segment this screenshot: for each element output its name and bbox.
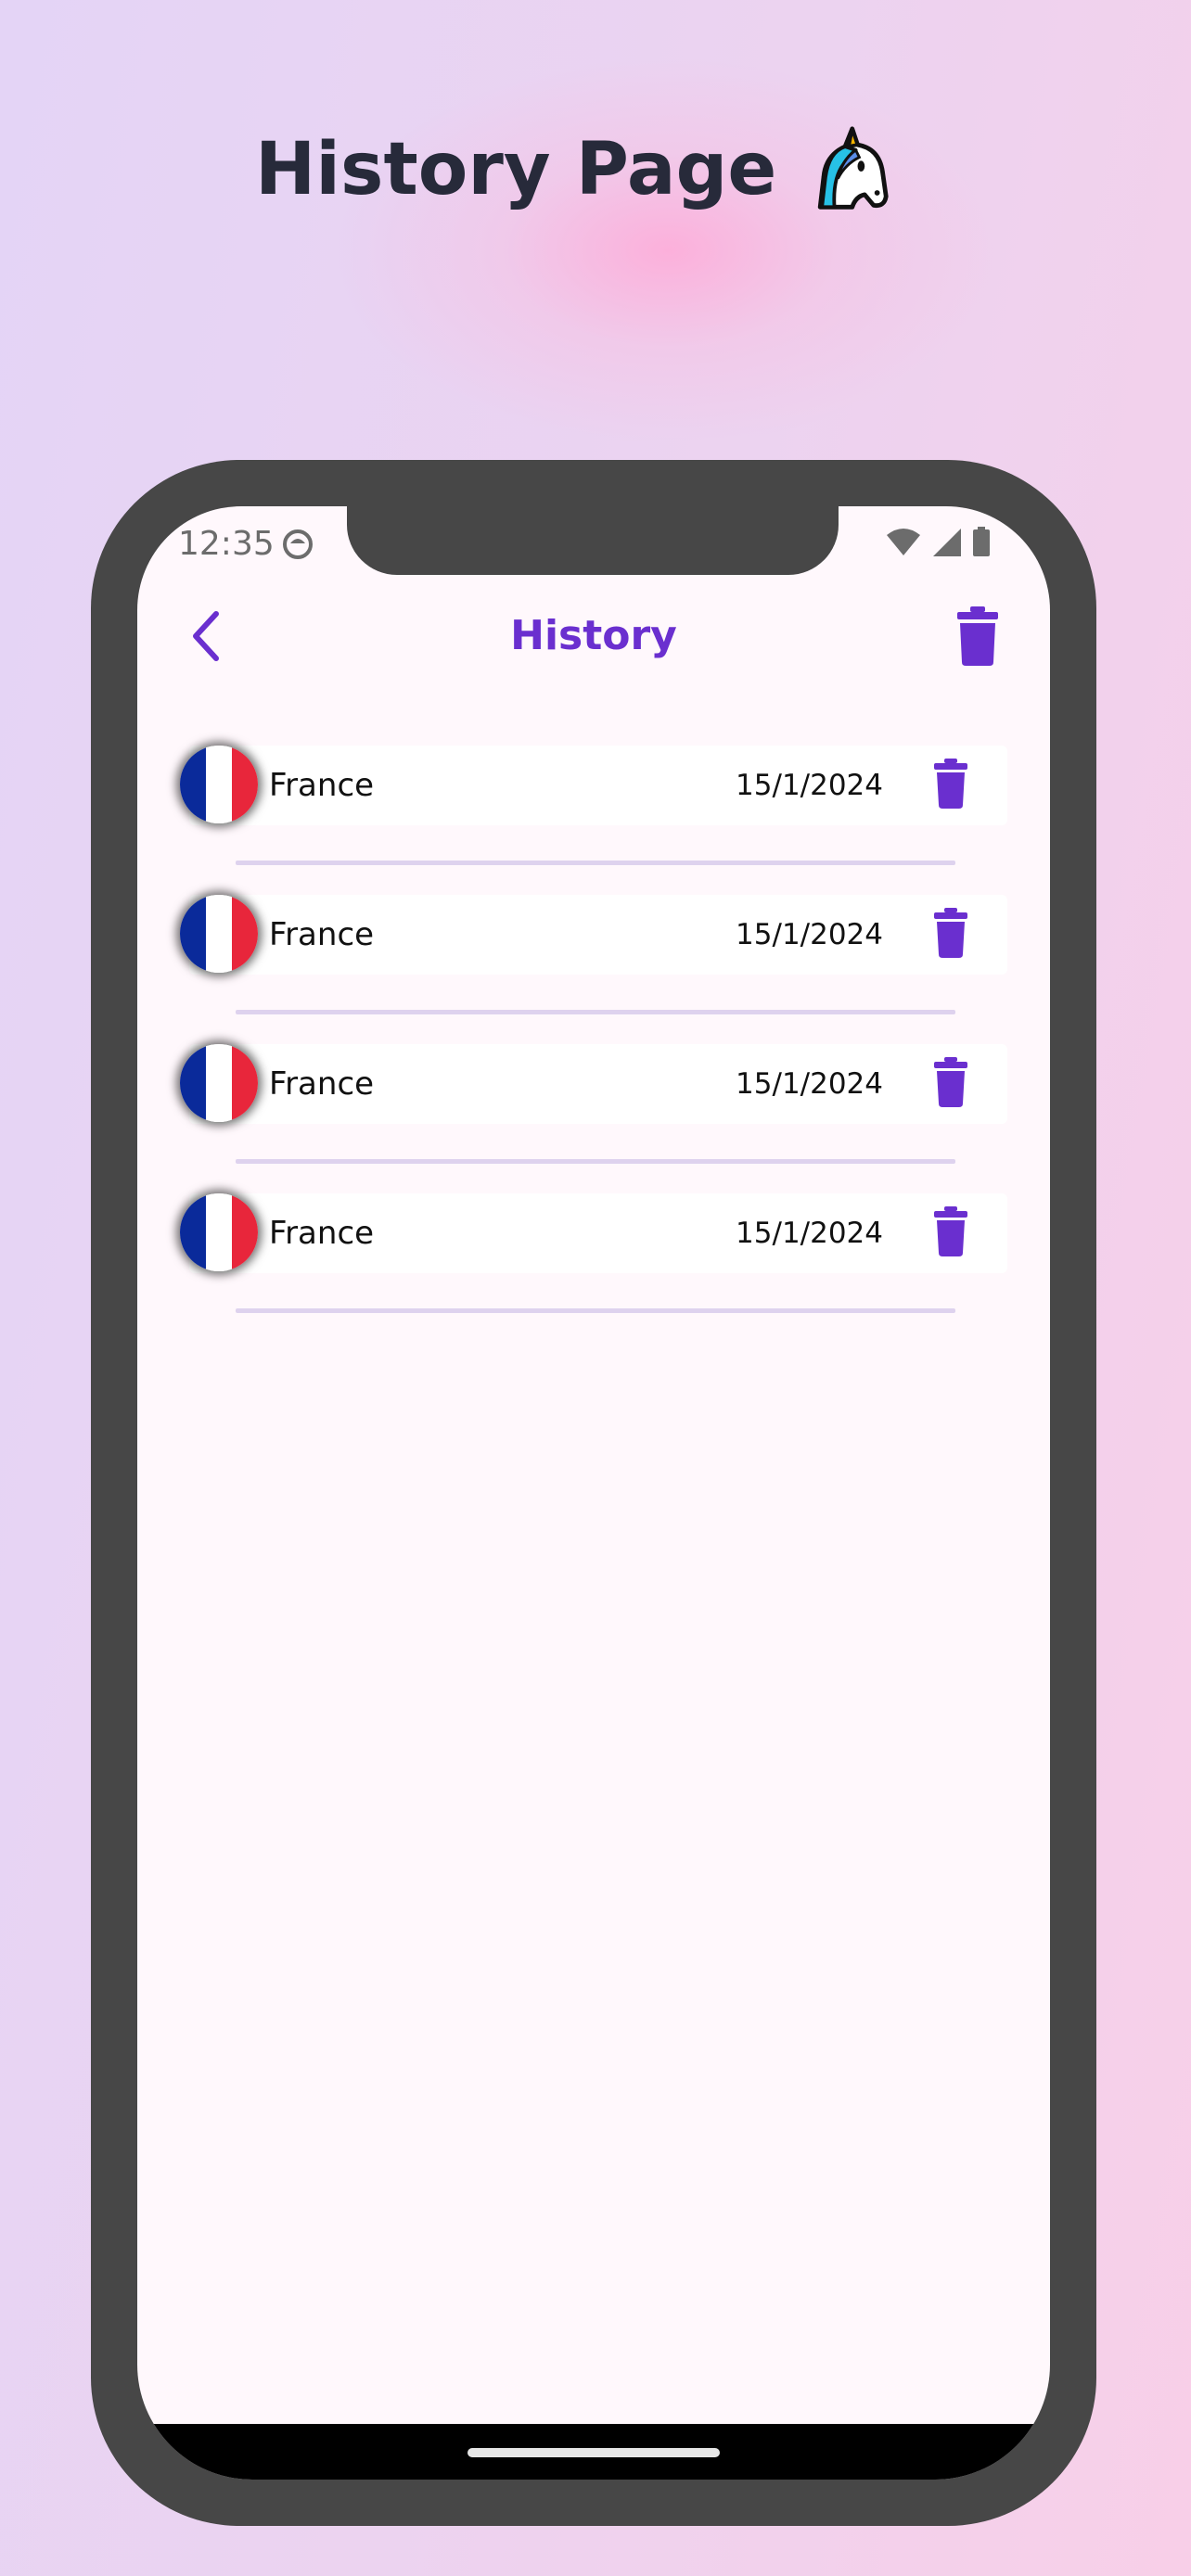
wifi-icon [887, 529, 920, 555]
country-name: France [269, 1215, 375, 1252]
page-headline: History Page [255, 119, 891, 221]
history-date: 15/1/2024 [736, 769, 883, 802]
status-icons [885, 527, 991, 556]
row-divider [236, 1308, 955, 1313]
country-name: France [269, 916, 375, 953]
history-date: 15/1/2024 [736, 1067, 883, 1101]
country-name: France [269, 767, 375, 804]
page-title: History [510, 612, 677, 659]
history-item[interactable]: France 15/1/2024 [180, 746, 1007, 895]
history-item[interactable]: France 15/1/2024 [180, 1044, 1007, 1193]
history-item[interactable]: France 15/1/2024 [180, 1193, 1007, 1343]
signal-icon [933, 529, 961, 556]
delete-item-button[interactable] [933, 908, 968, 958]
camera-notch [347, 506, 839, 575]
history-date: 15/1/2024 [736, 1217, 883, 1250]
row-divider [236, 1010, 955, 1014]
status-notification-icon [283, 529, 313, 559]
phone-frame: 12:35 History France 15/1/2024 France 15… [91, 460, 1096, 2526]
headline-text: History Page [255, 128, 777, 211]
delete-item-button[interactable] [933, 759, 968, 809]
history-list: France 15/1/2024 France 15/1/2024 France… [180, 746, 1007, 1343]
unicorn-icon [818, 126, 889, 210]
history-item[interactable]: France 15/1/2024 [180, 895, 1007, 1044]
system-nav-bar [137, 2424, 1050, 2480]
row-divider [236, 1159, 955, 1164]
delete-item-button[interactable] [933, 1206, 968, 1256]
history-date: 15/1/2024 [736, 918, 883, 951]
status-time: 12:35 [178, 525, 275, 563]
france-flag-icon [180, 895, 258, 973]
background-glow [334, 56, 1002, 445]
france-flag-icon [180, 1044, 258, 1122]
home-indicator[interactable] [467, 2448, 720, 2457]
clear-history-button[interactable] [955, 606, 1000, 666]
country-name: France [269, 1065, 375, 1103]
phone-screen: 12:35 History France 15/1/2024 France 15… [137, 506, 1050, 2480]
france-flag-icon [180, 746, 258, 823]
delete-item-button[interactable] [933, 1057, 968, 1107]
france-flag-icon [180, 1193, 258, 1271]
row-divider [236, 861, 955, 865]
battery-icon [973, 527, 990, 556]
